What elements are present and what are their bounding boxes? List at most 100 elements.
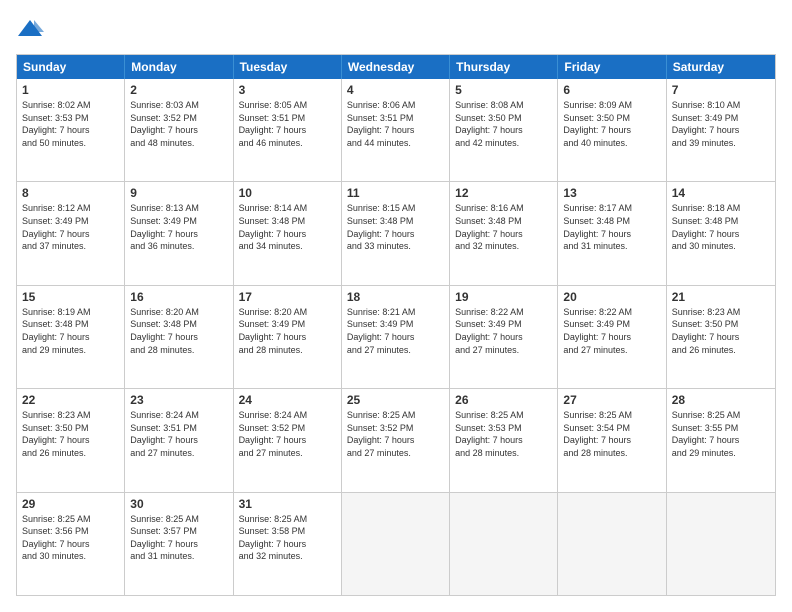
cal-cell: 21Sunrise: 8:23 AMSunset: 3:50 PMDayligh… [667, 286, 775, 388]
cell-text: Sunrise: 8:25 AMSunset: 3:52 PMDaylight:… [347, 409, 444, 459]
day-number: 27 [563, 393, 660, 407]
cal-week: 29 Sunrise: 8:25 AMSunset: 3:56 PMDayligh… [17, 493, 775, 595]
cal-cell: 8Sunrise: 8:12 AMSunset: 3:49 PMDaylight… [17, 182, 125, 284]
cell-text: Sunrise: 8:25 AMSunset: 3:57 PMDaylight:… [130, 513, 227, 563]
cal-week: 15 Sunrise: 8:19 AMSunset: 3:48 PMDayligh… [17, 286, 775, 389]
cal-week: 8Sunrise: 8:12 AMSunset: 3:49 PMDaylight… [17, 182, 775, 285]
day-number: 1 [22, 83, 119, 97]
cell-text: Sunrise: 8:23 AMSunset: 3:50 PMDaylight:… [672, 306, 770, 356]
day-number: 14 [672, 186, 770, 200]
cal-cell: 9 Sunrise: 8:13 AMSunset: 3:49 PMDaylight… [125, 182, 233, 284]
cal-cell-empty [450, 493, 558, 595]
day-number: 15 [22, 290, 119, 304]
day-number: 30 [130, 497, 227, 511]
day-number: 16 [130, 290, 227, 304]
cal-cell: 16 Sunrise: 8:20 AMSunset: 3:48 PMDayligh… [125, 286, 233, 388]
cell-text: Sunrise: 8:09 AMSunset: 3:50 PMDaylight:… [563, 99, 660, 149]
cal-header-cell: Saturday [667, 55, 775, 79]
logo [16, 16, 48, 44]
cal-cell-empty [558, 493, 666, 595]
day-number: 9 [130, 186, 227, 200]
cell-text: Sunrise: 8:02 AMSunset: 3:53 PMDaylight:… [22, 99, 119, 149]
cal-cell: 25 Sunrise: 8:25 AMSunset: 3:52 PMDayligh… [342, 389, 450, 491]
calendar: SundayMondayTuesdayWednesdayThursdayFrid… [16, 54, 776, 596]
cell-text: Sunrise: 8:25 AMSunset: 3:56 PMDaylight:… [22, 513, 119, 563]
cell-text: Sunrise: 8:18 AMSunset: 3:48 PMDaylight:… [672, 202, 770, 252]
day-number: 17 [239, 290, 336, 304]
cal-cell: 19 Sunrise: 8:22 AMSunset: 3:49 PMDayligh… [450, 286, 558, 388]
cell-text: Sunrise: 8:20 AMSunset: 3:48 PMDaylight:… [130, 306, 227, 356]
cal-week: 1 Sunrise: 8:02 AMSunset: 3:53 PMDaylight… [17, 79, 775, 182]
cal-cell: 4 Sunrise: 8:06 AMSunset: 3:51 PMDaylight… [342, 79, 450, 181]
cal-header-cell: Thursday [450, 55, 558, 79]
cell-text: Sunrise: 8:19 AMSunset: 3:48 PMDaylight:… [22, 306, 119, 356]
calendar-body: 1 Sunrise: 8:02 AMSunset: 3:53 PMDaylight… [17, 79, 775, 595]
day-number: 22 [22, 393, 119, 407]
cell-text: Sunrise: 8:25 AMSunset: 3:55 PMDaylight:… [672, 409, 770, 459]
cal-cell: 15 Sunrise: 8:19 AMSunset: 3:48 PMDayligh… [17, 286, 125, 388]
day-number: 3 [239, 83, 336, 97]
cal-cell: 3 Sunrise: 8:05 AMSunset: 3:51 PMDaylight… [234, 79, 342, 181]
day-number: 5 [455, 83, 552, 97]
cal-cell: 14 Sunrise: 8:18 AMSunset: 3:48 PMDayligh… [667, 182, 775, 284]
day-number: 11 [347, 186, 444, 200]
day-number: 19 [455, 290, 552, 304]
day-number: 8 [22, 186, 119, 200]
cell-text: Sunrise: 8:06 AMSunset: 3:51 PMDaylight:… [347, 99, 444, 149]
day-number: 20 [563, 290, 660, 304]
cal-cell: 28 Sunrise: 8:25 AMSunset: 3:55 PMDayligh… [667, 389, 775, 491]
cal-cell: 31 Sunrise: 8:25 AMSunset: 3:58 PMDayligh… [234, 493, 342, 595]
cal-cell: 6 Sunrise: 8:09 AMSunset: 3:50 PMDaylight… [558, 79, 666, 181]
cal-cell: 11 Sunrise: 8:15 AMSunset: 3:48 PMDayligh… [342, 182, 450, 284]
cal-cell: 13 Sunrise: 8:17 AMSunset: 3:48 PMDayligh… [558, 182, 666, 284]
cell-text: Sunrise: 8:05 AMSunset: 3:51 PMDaylight:… [239, 99, 336, 149]
cal-cell: 20Sunrise: 8:22 AMSunset: 3:49 PMDayligh… [558, 286, 666, 388]
cell-text: Sunrise: 8:14 AMSunset: 3:48 PMDaylight:… [239, 202, 336, 252]
cell-text: Sunrise: 8:23 AMSunset: 3:50 PMDaylight:… [22, 409, 119, 459]
cal-cell-empty [667, 493, 775, 595]
day-number: 28 [672, 393, 770, 407]
cal-cell-empty [342, 493, 450, 595]
cell-text: Sunrise: 8:16 AMSunset: 3:48 PMDaylight:… [455, 202, 552, 252]
day-number: 23 [130, 393, 227, 407]
cell-text: Sunrise: 8:25 AMSunset: 3:58 PMDaylight:… [239, 513, 336, 563]
day-number: 18 [347, 290, 444, 304]
cal-cell: 12 Sunrise: 8:16 AMSunset: 3:48 PMDayligh… [450, 182, 558, 284]
cal-cell: 1 Sunrise: 8:02 AMSunset: 3:53 PMDaylight… [17, 79, 125, 181]
day-number: 31 [239, 497, 336, 511]
cell-text: Sunrise: 8:25 AMSunset: 3:54 PMDaylight:… [563, 409, 660, 459]
cal-cell: 7 Sunrise: 8:10 AMSunset: 3:49 PMDaylight… [667, 79, 775, 181]
day-number: 7 [672, 83, 770, 97]
cell-text: Sunrise: 8:24 AMSunset: 3:51 PMDaylight:… [130, 409, 227, 459]
cell-text: Sunrise: 8:10 AMSunset: 3:49 PMDaylight:… [672, 99, 770, 149]
cal-header-cell: Friday [558, 55, 666, 79]
cal-cell: 29 Sunrise: 8:25 AMSunset: 3:56 PMDayligh… [17, 493, 125, 595]
day-number: 2 [130, 83, 227, 97]
cell-text: Sunrise: 8:13 AMSunset: 3:49 PMDaylight:… [130, 202, 227, 252]
day-number: 4 [347, 83, 444, 97]
cal-cell: 27 Sunrise: 8:25 AMSunset: 3:54 PMDayligh… [558, 389, 666, 491]
cell-text: Sunrise: 8:22 AMSunset: 3:49 PMDaylight:… [455, 306, 552, 356]
cal-cell: 18Sunrise: 8:21 AMSunset: 3:49 PMDayligh… [342, 286, 450, 388]
day-number: 24 [239, 393, 336, 407]
cell-text: Sunrise: 8:17 AMSunset: 3:48 PMDaylight:… [563, 202, 660, 252]
day-number: 6 [563, 83, 660, 97]
cal-cell: 23 Sunrise: 8:24 AMSunset: 3:51 PMDayligh… [125, 389, 233, 491]
cell-text: Sunrise: 8:20 AMSunset: 3:49 PMDaylight:… [239, 306, 336, 356]
day-number: 12 [455, 186, 552, 200]
day-number: 26 [455, 393, 552, 407]
day-number: 10 [239, 186, 336, 200]
cell-text: Sunrise: 8:08 AMSunset: 3:50 PMDaylight:… [455, 99, 552, 149]
page: SundayMondayTuesdayWednesdayThursdayFrid… [0, 0, 792, 612]
header [16, 16, 776, 44]
cal-cell: 22 Sunrise: 8:23 AMSunset: 3:50 PMDayligh… [17, 389, 125, 491]
day-number: 13 [563, 186, 660, 200]
cal-week: 22 Sunrise: 8:23 AMSunset: 3:50 PMDayligh… [17, 389, 775, 492]
day-number: 25 [347, 393, 444, 407]
cal-cell: 2Sunrise: 8:03 AMSunset: 3:52 PMDaylight… [125, 79, 233, 181]
cal-cell: 10 Sunrise: 8:14 AMSunset: 3:48 PMDayligh… [234, 182, 342, 284]
cell-text: Sunrise: 8:25 AMSunset: 3:53 PMDaylight:… [455, 409, 552, 459]
cell-text: Sunrise: 8:15 AMSunset: 3:48 PMDaylight:… [347, 202, 444, 252]
cal-cell: 5 Sunrise: 8:08 AMSunset: 3:50 PMDaylight… [450, 79, 558, 181]
day-number: 29 [22, 497, 119, 511]
